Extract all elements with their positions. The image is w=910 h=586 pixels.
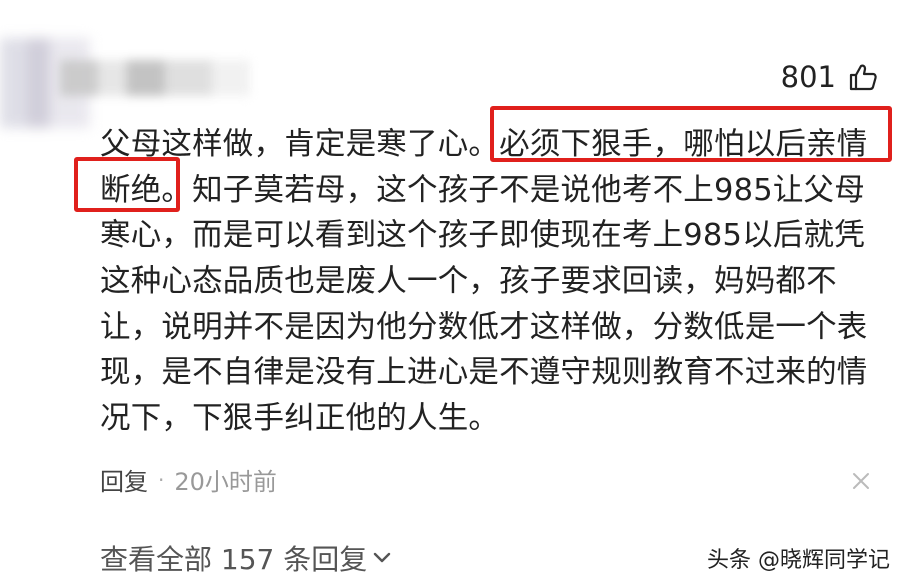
chevron-down-icon (371, 542, 393, 575)
like-button[interactable]: 801 (781, 60, 878, 94)
view-all-replies-label: 查看全部 157 条回复 (100, 543, 368, 576)
comment-line: 况下，下狠手纠正他的人生。 (100, 401, 500, 437)
comment-line: 断绝。知子莫若母，这个孩子不是说他考不上985让父母 (100, 172, 865, 208)
username-blurred[interactable] (60, 60, 250, 96)
highlight-box (74, 157, 180, 212)
timestamp: 20小时前 (174, 468, 277, 496)
close-icon[interactable] (850, 470, 872, 492)
comment-line: 寒心，而是可以看到这个孩子即使现在考上985以后就凭 (100, 218, 865, 254)
view-all-replies-button[interactable]: 查看全部 157 条回复 (100, 538, 393, 578)
comment-body: 父母这样做，肯定是寒了心。必须下狠手，哪怕以后亲情 断绝。知子莫若母，这个孩子不… (100, 122, 890, 442)
separator-dot: · (158, 467, 165, 492)
comment-line: 让，说明并不是因为他分数低才这样做，分数低是一个表 (100, 309, 868, 345)
thumbs-up-icon[interactable] (848, 62, 878, 92)
comment-meta: 回复 · 20小时前 (100, 462, 277, 497)
like-count: 801 (780, 60, 836, 94)
comment-card: 801 父母这样做，肯定是寒了心。必须下狠手，哪怕以后亲情 断绝。知子莫若母，这… (0, 0, 910, 586)
highlight-box (490, 106, 892, 162)
comment-line: 这种心态品质也是废人一个，孩子要求回读，妈妈都不 (100, 264, 837, 300)
reply-button[interactable]: 回复 (100, 462, 148, 497)
comment-line: 现，是不自律是没有上进心是不遵守规则教育不过来的情 (100, 355, 868, 391)
watermark: 头条 @晓辉同学记 (707, 548, 890, 573)
